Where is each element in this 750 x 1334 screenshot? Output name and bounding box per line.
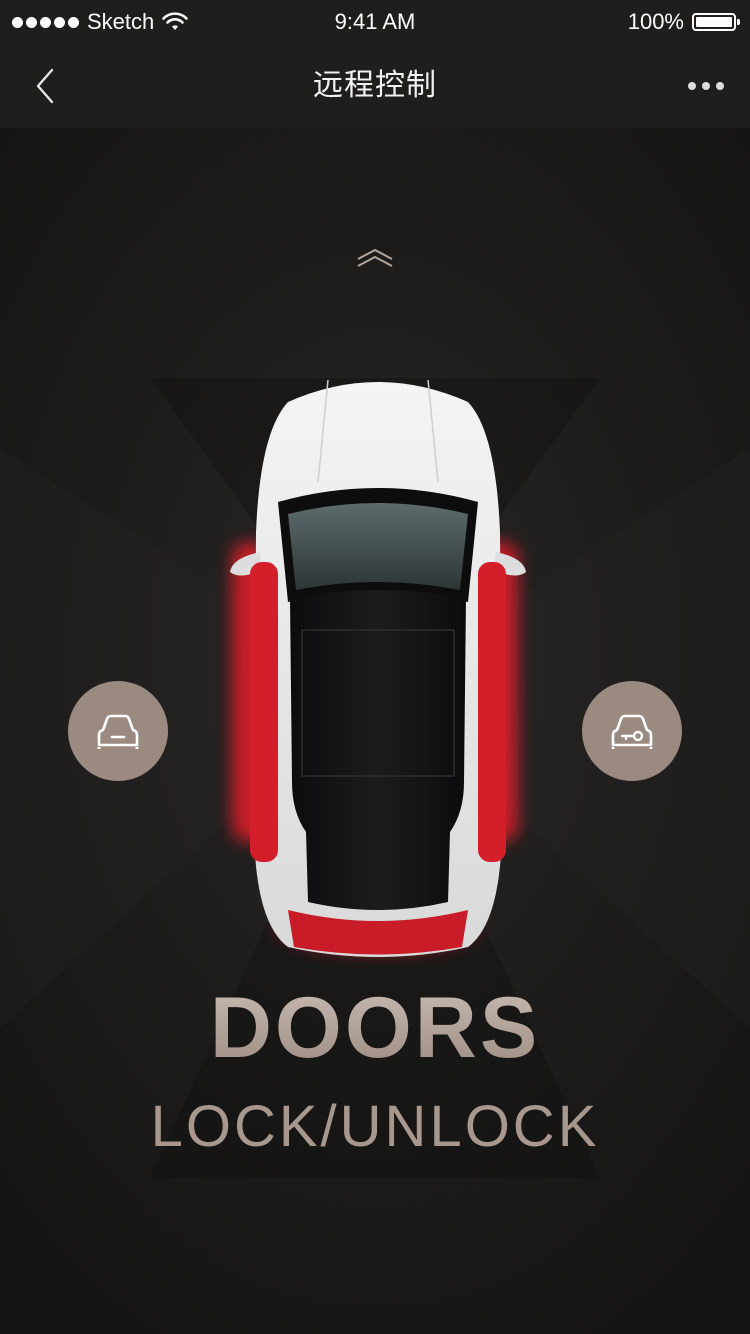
feature-subtitle: LOCK/UNLOCK [150,1094,600,1159]
unlock-button[interactable] [582,681,682,781]
nav-bar: 远程控制 [0,44,750,128]
car-key-icon [611,714,653,749]
battery-icon [692,13,740,31]
feature-title: DOORS [0,978,750,1078]
chevron-up-icon[interactable] [356,248,394,268]
car-top-view [230,379,526,957]
ellipsis-icon [688,82,696,90]
screen: Sketch 9:41 AM 100% 远程控制 DOORS LOCK/UNLO… [0,0,750,1334]
status-right: 100% [627,8,740,36]
status-bar: Sketch 9:41 AM 100% [0,0,750,44]
battery-percent: 100% [627,9,684,34]
page-title: 远程控制 [313,69,437,102]
lock-button[interactable] [68,681,168,781]
more-button[interactable] [688,74,724,98]
car-lock-icon [97,714,139,749]
